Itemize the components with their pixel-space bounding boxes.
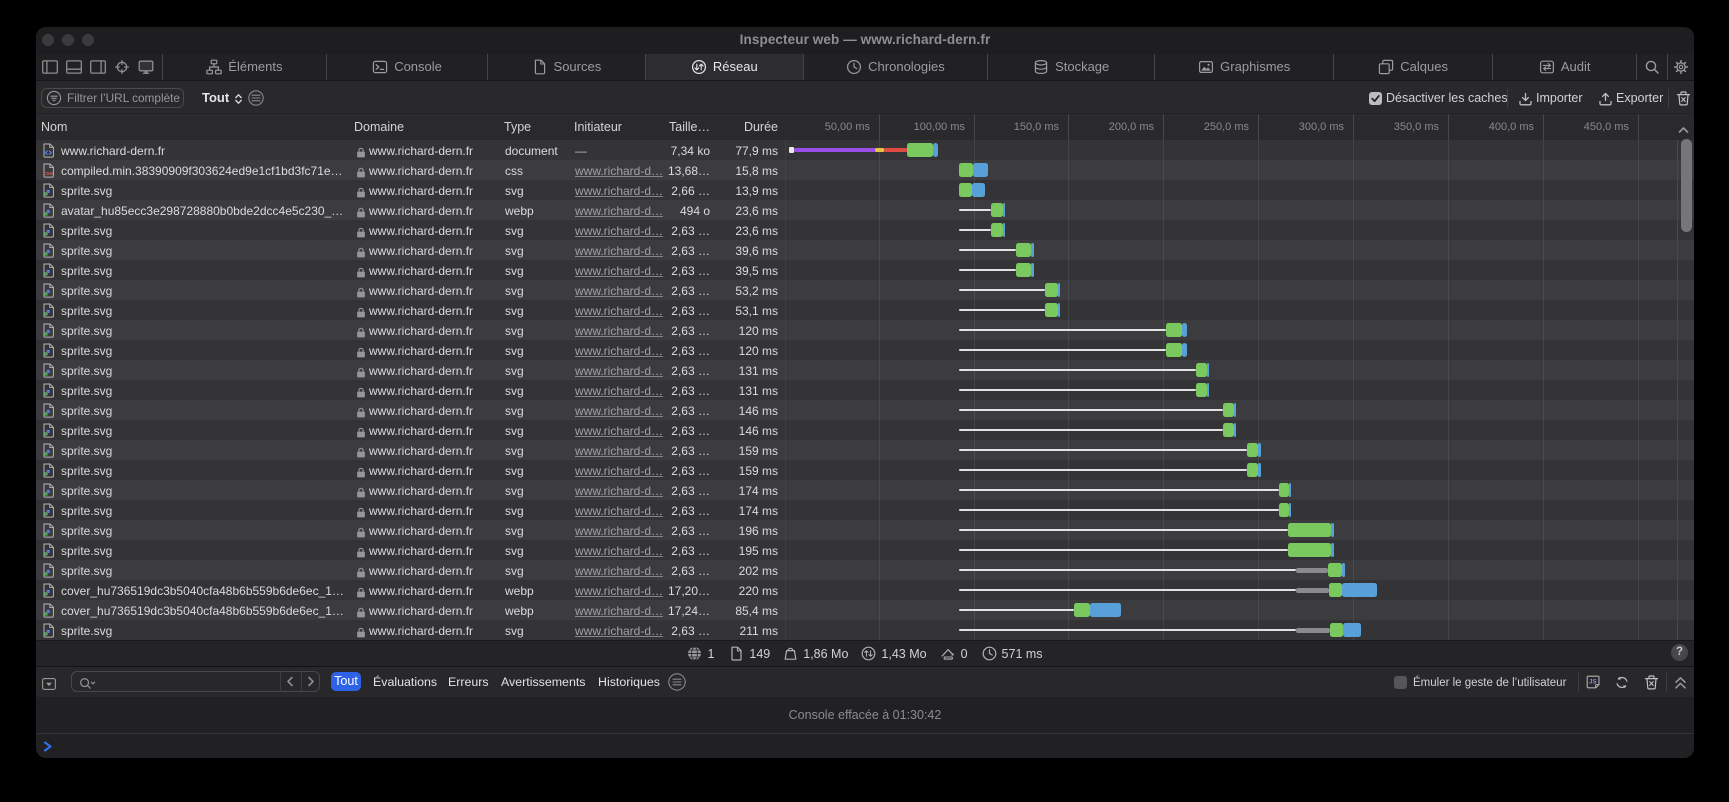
svg-text:JS: JS <box>1589 678 1597 685</box>
svg-text:css: css <box>44 171 53 177</box>
